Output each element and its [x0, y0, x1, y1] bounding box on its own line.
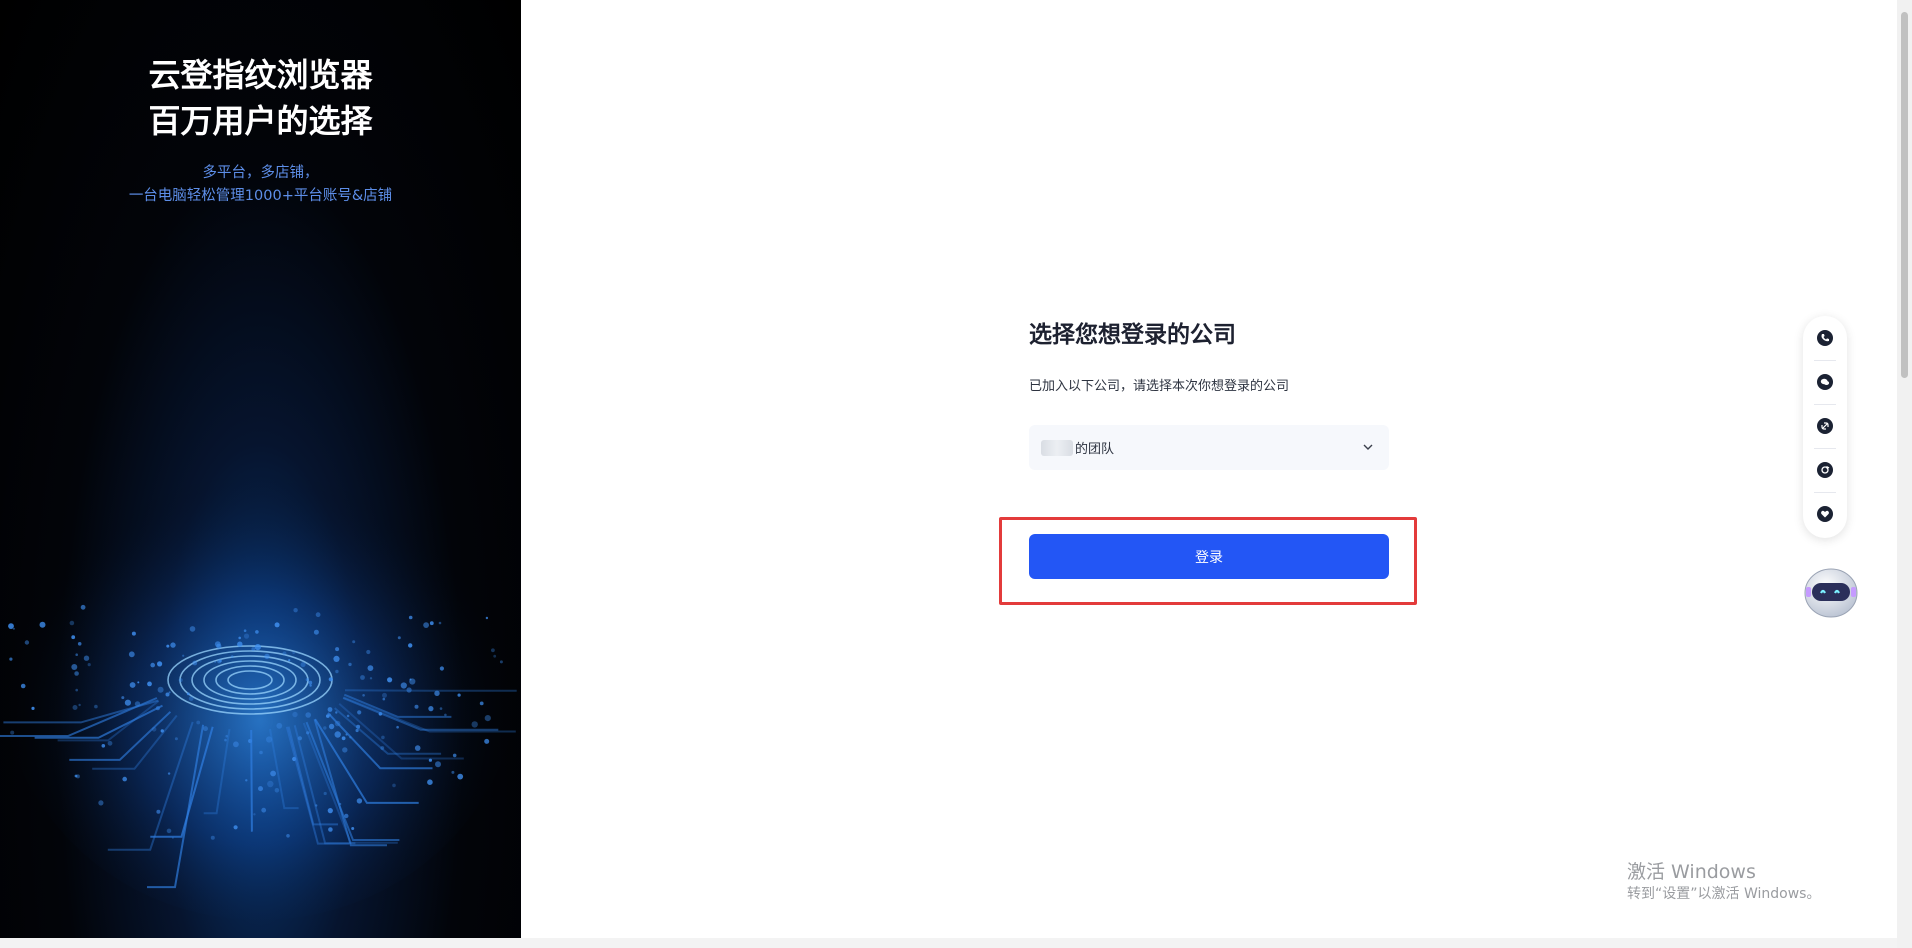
link-icon — [1817, 418, 1833, 434]
fingerprint-circuit-illustration — [0, 235, 520, 920]
company-name-redacted — [1041, 439, 1073, 456]
chevron-down-icon — [1363, 444, 1373, 450]
promo-title-line-2: 百万用户的选择 — [148, 102, 373, 140]
windows-watermark-title: 激活 Windows — [1627, 861, 1756, 883]
promo-subtitle-line-1: 多平台，多店铺， — [202, 165, 319, 181]
promo-title: 云登指纹浏览器 百万用户的选择 — [0, 52, 521, 144]
floating-toolbar — [1803, 316, 1847, 538]
promo-title-line-1: 云登指纹浏览器 — [148, 56, 373, 94]
company-select[interactable]: 的团队 — [1029, 425, 1389, 470]
phone-button[interactable] — [1803, 316, 1847, 360]
login-button[interactable]: 登录 — [1029, 534, 1389, 579]
wechat-icon — [1817, 374, 1833, 390]
phone-icon — [1817, 330, 1833, 346]
wechat-button[interactable] — [1803, 360, 1847, 404]
sync-icon — [1817, 462, 1833, 478]
page-description: 已加入以下公司，请选择本次你想登录的公司 — [1029, 379, 1290, 394]
link-button[interactable] — [1803, 404, 1847, 448]
heart-icon — [1817, 506, 1833, 522]
sync-button[interactable] — [1803, 448, 1847, 492]
scrollbar[interactable] — [1897, 0, 1912, 948]
promo-subtitle-line-2: 一台电脑轻松管理1000+平台账号&店铺 — [128, 188, 393, 204]
promo-subtitle: 多平台，多店铺， 一台电脑轻松管理1000+平台账号&店铺 — [0, 162, 521, 208]
company-select-value: 的团队 — [1075, 442, 1115, 457]
robot-assistant-icon[interactable] — [1802, 565, 1860, 619]
windows-watermark-subtitle: 转到“设置”以激活 Windows。 — [1627, 886, 1821, 902]
promo-panel: 云登指纹浏览器 百万用户的选择 多平台，多店铺， 一台电脑轻松管理1000+平台… — [0, 0, 521, 938]
company-select-card: 选择您想登录的公司 已加入以下公司，请选择本次你想登录的公司 的团队 — [1029, 318, 1389, 470]
scrollbar-thumb[interactable] — [1901, 12, 1908, 378]
heart-button[interactable] — [1803, 492, 1847, 536]
bottom-strip — [0, 938, 1897, 948]
page-title: 选择您想登录的公司 — [1029, 322, 1236, 348]
